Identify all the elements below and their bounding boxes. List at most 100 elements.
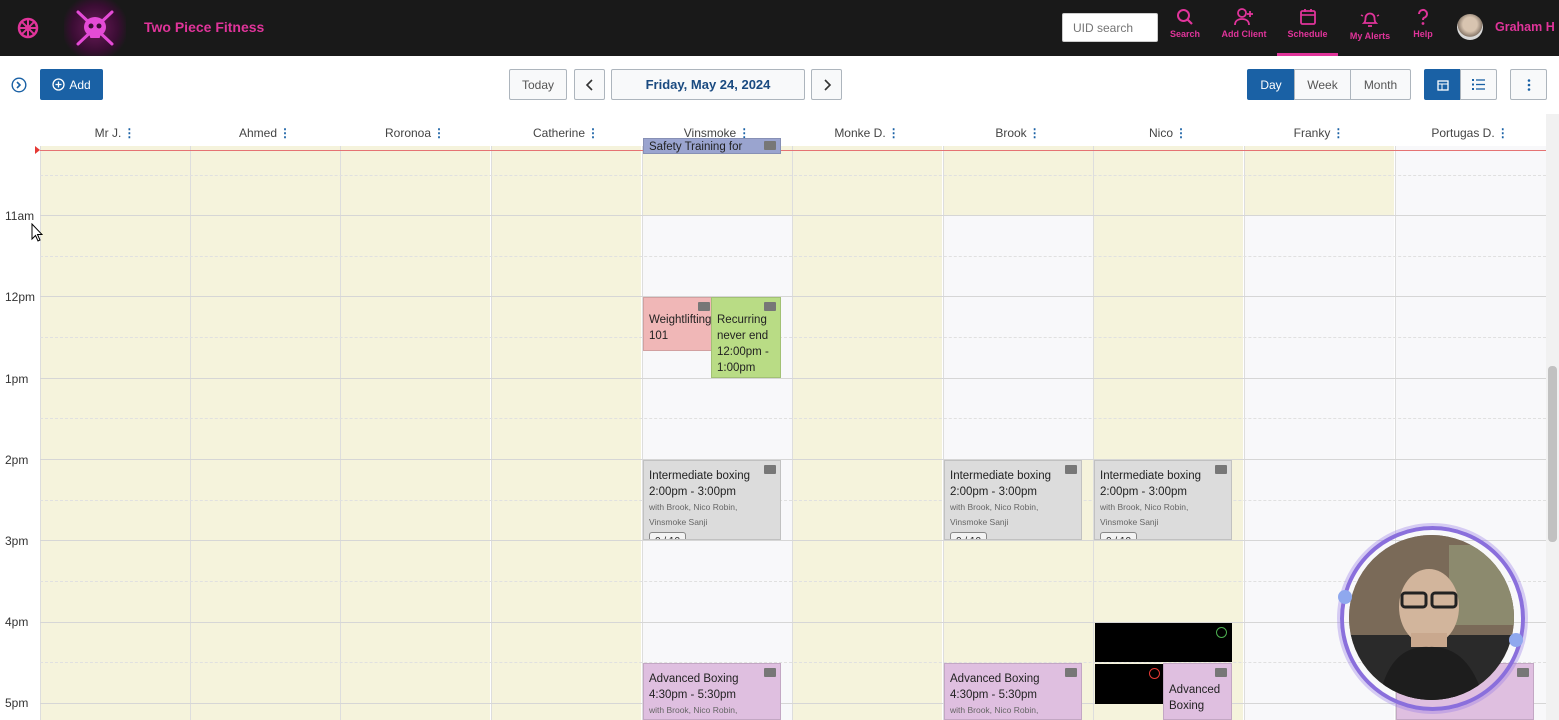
column-catherine[interactable] [491,146,641,720]
column-menu-icon[interactable]: ⋮ [279,126,291,140]
user-avatar[interactable] [1457,14,1483,40]
event-type-icon [1517,668,1529,677]
column-brook[interactable] [943,146,1093,720]
grid-line [40,500,1546,501]
event-blocked-slot[interactable] [1095,623,1232,662]
column-menu-icon[interactable]: ⋮ [433,126,445,140]
hour-label: 4pm [5,615,29,629]
hour-label: 2pm [5,453,29,467]
sidebar-toggle-icon[interactable] [11,77,27,98]
grid-line [40,581,1546,582]
column-header-label: Mr J. [94,126,122,140]
grid-line [40,337,1546,338]
column-mr-j[interactable] [40,146,190,720]
calendar-toolbar: Add Today Friday, May 24, 2024 Day Week … [0,56,1559,114]
grid-line [40,418,1546,419]
more-options-button[interactable] [1510,69,1547,100]
history-icon [1216,627,1227,638]
calendar-icon [1299,9,1316,25]
event-participants: with Brook, Nico Robin, Vinsmoke Sanji [950,502,1039,527]
nav-search[interactable]: Search [1164,6,1206,52]
column-header-ahmed[interactable]: Ahmed ⋮ [190,126,340,140]
day-schedule-grid: Mr J. ⋮ Ahmed ⋮ Roronoa ⋮ Catherine ⋮ Vinsmo… [0,114,1546,720]
add-user-icon [1234,8,1253,26]
grid-line [40,215,1546,216]
column-menu-icon[interactable]: ⋮ [587,126,599,140]
search-icon [1177,9,1193,25]
top-navbar: Two Piece Fitness Search Add Client Sche… [0,0,1559,56]
event-intermediate-boxing[interactable]: Intermediate boxing 2:00pm - 3:00pm with… [1094,460,1232,540]
event-advanced-boxing[interactable]: Advanced Boxing 4:30pm - 5:30pm with Bro… [643,663,781,720]
column-header-franky[interactable]: Franky ⋮ [1244,126,1394,140]
column-menu-icon[interactable]: ⋮ [123,126,135,140]
nav-help-label: Help [1413,29,1433,39]
event-title: Advanced Boxing [649,673,739,685]
bell-icon [1360,12,1380,27]
brand-name[interactable]: Two Piece Fitness [144,19,264,35]
today-button[interactable]: Today [509,69,567,100]
nav-my-alerts-label: My Alerts [1349,31,1391,41]
nav-help[interactable]: Help [1406,6,1440,52]
calendar-grid-icon [1436,79,1449,91]
settings-wheel-icon[interactable] [16,16,40,40]
event-advanced-boxing[interactable]: Advanced Boxing 4:30pm - 5:30pm with Bro… [944,663,1082,720]
column-roronoa[interactable] [340,146,490,720]
column-header-label: Catherine [532,126,586,140]
event-recurring-never-end[interactable]: Recurring never end 12:00pm - 1:00pm [711,297,781,378]
column-header-roronoa[interactable]: Roronoa ⋮ [340,126,490,140]
event-advanced-boxing[interactable]: Advanced Boxing [1163,663,1232,720]
next-day-button[interactable] [811,69,842,100]
nav-my-alerts[interactable]: My Alerts [1344,8,1396,54]
nav-add-client-label: Add Client [1221,29,1267,39]
calendar-view-toggle[interactable] [1424,69,1461,100]
view-month-button[interactable]: Month [1350,69,1411,100]
user-name[interactable]: Graham H [1495,20,1555,34]
hour-label: 5pm [5,696,29,710]
column-header-monke-d[interactable]: Monke D. ⋮ [792,126,942,140]
column-menu-icon[interactable]: ⋮ [1175,126,1187,140]
column-header-catherine[interactable]: Catherine ⋮ [491,126,641,140]
column-header-nico[interactable]: Nico ⋮ [1093,126,1243,140]
event-type-icon [1215,465,1227,474]
column-menu-icon[interactable]: ⋮ [1332,126,1344,140]
grid-line [40,378,1546,379]
event-title: Advanced Boxing [950,673,1040,685]
column-vinsmoke[interactable] [642,146,792,720]
hour-label: 3pm [5,534,29,548]
event-title: Weightlifting 101 [649,314,712,342]
grid-line [40,622,1546,623]
event-time: 2:00pm - 3:00pm [1100,486,1187,498]
event-title: Safety Training for [649,141,743,153]
nav-schedule-label: Schedule [1287,29,1328,39]
hour-label: 1pm [5,372,29,386]
current-date-button[interactable]: Friday, May 24, 2024 [611,69,805,100]
event-title: Intermediate boxing [950,470,1052,482]
event-time: 4:30pm - 5:30pm [950,689,1037,701]
prev-day-button[interactable] [574,69,605,100]
column-header-brook[interactable]: Brook ⋮ [943,126,1093,140]
scrollbar-thumb[interactable] [1548,366,1557,542]
event-safety-training[interactable]: Safety Training for [643,138,781,154]
column-ahmed[interactable] [190,146,340,720]
event-intermediate-boxing[interactable]: Intermediate boxing 2:00pm - 3:00pm with… [643,460,781,540]
list-view-toggle[interactable] [1460,69,1497,100]
column-monke-d[interactable] [792,146,942,720]
view-day-button[interactable]: Day [1247,69,1295,100]
nav-schedule[interactable]: Schedule [1277,6,1338,56]
column-header-portugas-d[interactable]: Portugas D. ⋮ [1395,126,1545,140]
column-menu-icon[interactable]: ⋮ [1029,126,1041,140]
view-week-button[interactable]: Week [1294,69,1351,100]
event-intermediate-boxing[interactable]: Intermediate boxing 2:00pm - 3:00pm with… [944,460,1082,540]
column-menu-icon[interactable]: ⋮ [888,126,900,140]
event-weightlifting-101[interactable]: Weightlifting 101 [643,297,715,351]
mouse-cursor-icon [31,222,44,247]
event-type-icon [764,465,776,474]
uid-search-input[interactable] [1062,13,1158,42]
event-time: 4:30pm - 5:30pm [649,689,736,701]
help-icon [1417,8,1428,25]
column-header-label: Portugas D. [1431,126,1495,140]
nav-add-client[interactable]: Add Client [1214,6,1274,52]
column-header-mr-j[interactable]: Mr J. ⋮ [40,126,190,140]
add-button[interactable]: Add [40,69,103,100]
column-menu-icon[interactable]: ⋮ [1497,126,1509,140]
